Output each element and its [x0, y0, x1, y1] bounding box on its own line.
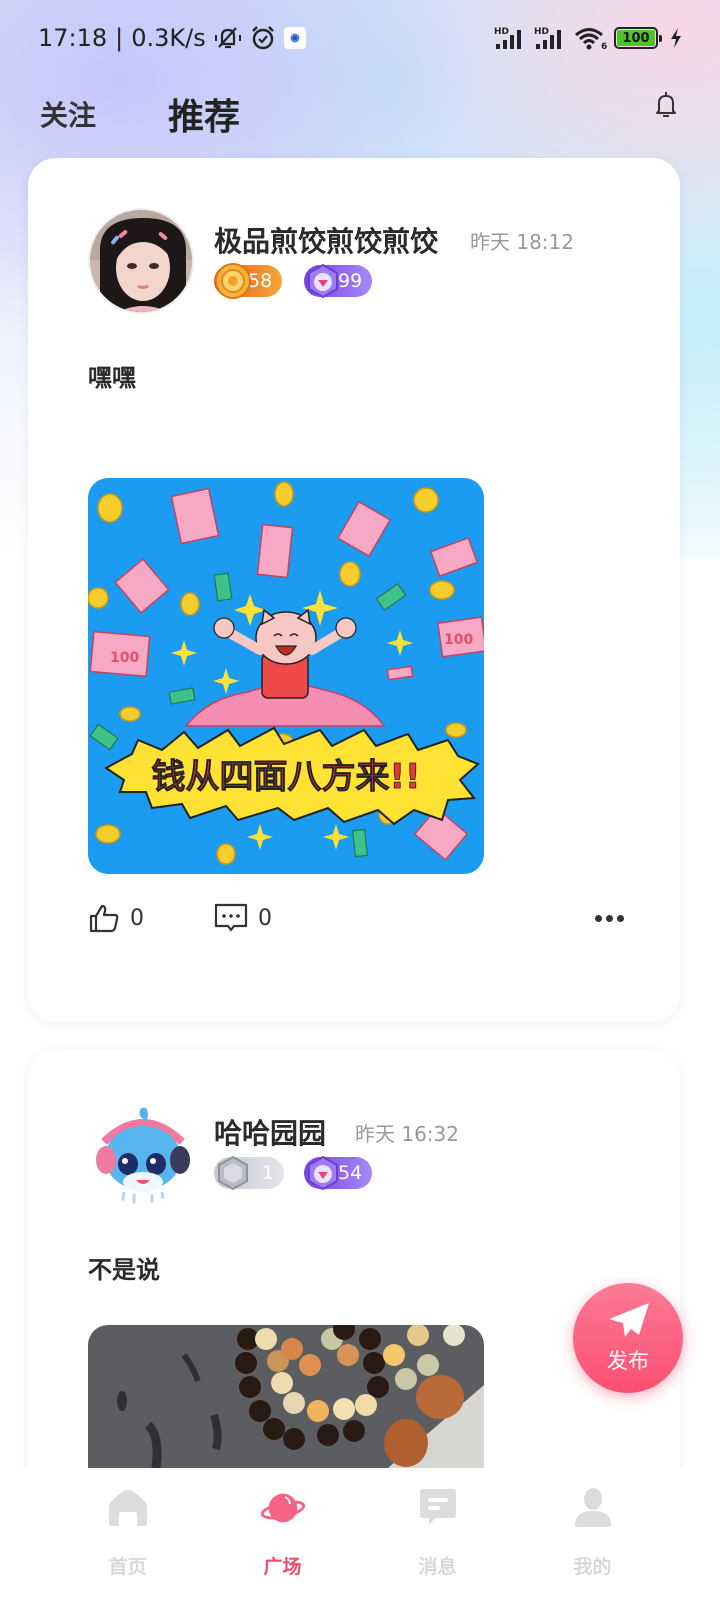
- bill-text: 100: [110, 650, 139, 666]
- more-dot: [617, 914, 624, 922]
- status-bar: 17:18 | 0.3K/s HD HD 6 100: [0, 0, 720, 76]
- level-badge: 58: [214, 263, 283, 299]
- svg-text:HD: HD: [494, 27, 509, 37]
- more-dot: [606, 914, 613, 922]
- nav-home[interactable]: 首页: [88, 1482, 168, 1579]
- bottom-nav: 首页 广场 消息 我的: [0, 1468, 720, 1600]
- comment-count: 0: [258, 905, 272, 931]
- comment-button[interactable]: 0: [214, 902, 272, 934]
- silver-medal-icon: [218, 1155, 248, 1191]
- post-text: 不是说: [88, 1256, 160, 1284]
- bell-icon[interactable]: [652, 89, 680, 121]
- gold-medal-icon: [215, 263, 251, 299]
- wealth-badge: 99: [304, 263, 373, 299]
- alarm-icon: [250, 25, 276, 51]
- svg-text:HD: HD: [534, 27, 549, 37]
- user-name[interactable]: 哈哈园园: [214, 1112, 326, 1152]
- wifi-icon: 6: [574, 26, 608, 50]
- nav-plaza[interactable]: 广场: [243, 1482, 323, 1579]
- publish-label: 发布: [607, 1349, 649, 1373]
- more-options-button[interactable]: [595, 914, 624, 922]
- comment-icon: [214, 903, 248, 932]
- thumbs-up-icon: [89, 904, 119, 933]
- avatar[interactable]: [88, 208, 194, 314]
- post-time: 昨天 18:12: [470, 230, 574, 254]
- charging-icon: [670, 28, 682, 48]
- signal-icon: HD: [494, 26, 528, 50]
- diamond-medal-icon: [308, 1155, 338, 1191]
- svg-text:6: 6: [601, 42, 607, 50]
- battery-level: 100: [617, 30, 655, 46]
- post-actions: 0 0: [88, 898, 624, 938]
- battery-icon: 100: [614, 27, 662, 49]
- settings-app-icon: [283, 27, 306, 49]
- user-name[interactable]: 极品煎饺煎饺煎饺: [214, 220, 438, 260]
- mute-icon: [214, 25, 242, 51]
- image-caption: 钱从四面八方来!!: [151, 757, 420, 797]
- like-button[interactable]: 0: [88, 902, 144, 934]
- wealth-badge: 54: [304, 1155, 373, 1191]
- nav-profile[interactable]: 我的: [553, 1482, 633, 1579]
- nav-messages[interactable]: 消息: [398, 1482, 478, 1579]
- tab-following-label: 关注: [40, 99, 97, 132]
- like-count: 0: [130, 905, 144, 931]
- post-image[interactable]: [88, 1325, 484, 1468]
- feed-tabs: 关注 推荐: [40, 84, 680, 144]
- network-speed: 0.3K/s: [131, 24, 206, 52]
- more-dot: [595, 914, 602, 922]
- bill-text: 100: [444, 632, 473, 648]
- signal-icon: HD: [534, 26, 568, 50]
- tab-following[interactable]: 关注: [40, 94, 96, 134]
- nav-plaza-label: 广场: [263, 1556, 302, 1578]
- publish-button[interactable]: 发布: [573, 1283, 683, 1393]
- diamond-medal-icon: [308, 263, 338, 299]
- nav-messages-label: 消息: [418, 1556, 457, 1578]
- level-badge-value: 1: [261, 1162, 274, 1184]
- status-time: 17:18: [38, 24, 108, 52]
- status-separator: |: [115, 24, 124, 52]
- post-time: 昨天 16:32: [355, 1122, 459, 1146]
- profile-icon: [571, 1486, 615, 1530]
- nav-home-label: 首页: [108, 1556, 147, 1578]
- home-icon: [106, 1486, 150, 1530]
- post-card[interactable]: 极品煎饺煎饺煎饺 昨天 18:12 58 99 嘿嘿 100 100 钱从四面八…: [28, 158, 680, 1022]
- planet-icon: [260, 1486, 305, 1530]
- level-badge: 1: [214, 1155, 284, 1191]
- avatar[interactable]: [88, 1100, 194, 1206]
- tab-recommended-label: 推荐: [168, 97, 241, 138]
- nav-profile-label: 我的: [573, 1556, 612, 1578]
- post-text: 嘿嘿: [88, 364, 136, 392]
- message-icon: [416, 1486, 460, 1530]
- tab-recommended[interactable]: 推荐: [168, 88, 241, 144]
- paper-plane-icon: [609, 1303, 649, 1337]
- post-image[interactable]: 100 100 钱从四面八方来!!: [88, 478, 484, 874]
